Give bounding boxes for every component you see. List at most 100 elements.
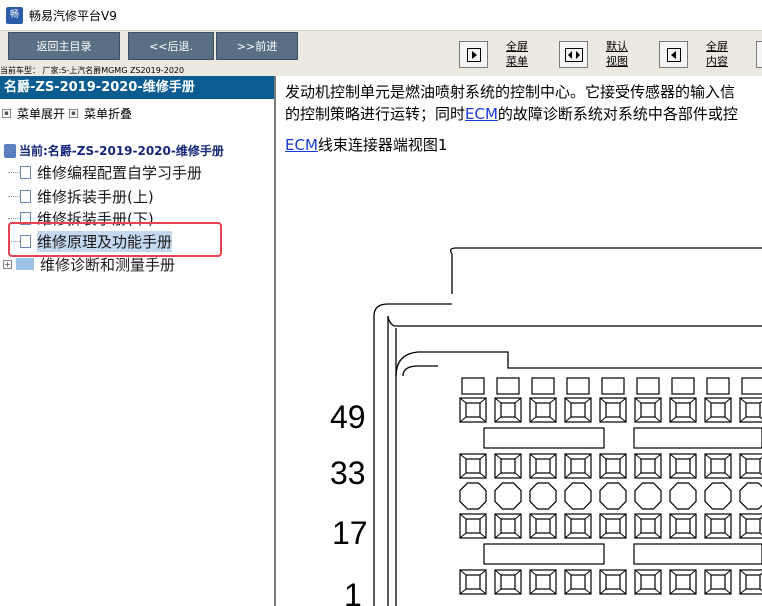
pin-cross-line xyxy=(599,588,607,595)
pin-cross-line xyxy=(564,513,572,520)
back-to-main-button[interactable]: 返回主目录 xyxy=(8,32,120,60)
pin-contact xyxy=(710,402,726,418)
pin-cross-line xyxy=(619,416,627,423)
window-title: 畅易汽修平台V9 xyxy=(29,8,117,23)
pin-cross-line xyxy=(599,453,607,460)
tree-item-disassembly-upper[interactable]: 维修拆装手册(上) xyxy=(0,185,154,207)
default-view-label-1: 默认 xyxy=(606,40,628,53)
pin-cross-line xyxy=(549,513,557,520)
pin-cross-line xyxy=(724,472,732,479)
full-menu-link[interactable]: 全屏 菜单 xyxy=(506,39,528,69)
pin-cavity-round xyxy=(599,482,627,510)
forward-button[interactable]: >>前进 xyxy=(216,32,298,60)
pin-cross-line xyxy=(669,569,677,576)
pin-cross-line xyxy=(704,453,712,460)
pin-contact xyxy=(745,574,761,590)
pin-cross-line xyxy=(549,416,557,423)
pin-label-49: 49 xyxy=(330,399,366,435)
pin-contact xyxy=(675,402,691,418)
pin-cross-line xyxy=(459,416,467,423)
pin-cavity-round xyxy=(459,482,487,510)
pin-cross-line xyxy=(704,416,712,423)
pin-cross-line xyxy=(724,588,732,595)
expand-plus-icon[interactable]: + xyxy=(3,259,12,269)
menu-toggle-row: ▪ 菜单展开 ▪ 菜单折叠 xyxy=(2,105,136,122)
pin-contact xyxy=(675,518,691,534)
full-content-label-2: 内容 xyxy=(706,55,728,68)
pin-cross-line xyxy=(459,472,467,479)
annotation-highlight xyxy=(8,222,222,257)
pin-cross-line xyxy=(479,453,487,460)
tree-item-label: 维修编程配置自学习手册 xyxy=(37,163,203,182)
menu-collapse-button[interactable]: 菜单折叠 xyxy=(84,105,132,122)
pin-cross-line xyxy=(619,397,627,404)
back-button[interactable]: <<后退. xyxy=(128,32,214,60)
pin-cross-line xyxy=(739,588,747,595)
pin-cross-line xyxy=(634,532,642,539)
default-view-link[interactable]: 默认 视图 xyxy=(606,39,628,69)
pin-contact xyxy=(745,402,761,418)
pin-cross-line xyxy=(669,416,677,423)
pin-contact xyxy=(500,458,516,474)
pin-cross-line xyxy=(669,472,677,479)
pin-cross-line xyxy=(619,569,627,576)
pin-cross-line xyxy=(689,532,697,539)
pin-cross-line xyxy=(669,453,677,460)
menu-expand-button[interactable]: 菜单展开 xyxy=(17,105,65,122)
collapse-icon: ▪ xyxy=(69,109,79,118)
pin-cross-line xyxy=(724,453,732,460)
pin-contact xyxy=(500,402,516,418)
pin-contact xyxy=(710,574,726,590)
pin-grid xyxy=(459,377,762,595)
pin-cross-line xyxy=(584,397,592,404)
full-content-icon[interactable] xyxy=(659,41,688,68)
pin-cross-line xyxy=(599,513,607,520)
current-manual[interactable]: 当前:名爵-ZS-2019-2020-维修手册 xyxy=(4,142,224,159)
pin-cross-line xyxy=(479,569,487,576)
pin-cross-line xyxy=(704,397,712,404)
pin-contact xyxy=(535,574,551,590)
pin-cross-line xyxy=(654,453,662,460)
pin-contact xyxy=(605,402,621,418)
pin-cross-line xyxy=(654,416,662,423)
pin-cross-line xyxy=(724,397,732,404)
pin-cross-line xyxy=(704,513,712,520)
pin-cross-line xyxy=(529,453,537,460)
pin-cavity xyxy=(739,513,762,539)
pin-cross-line xyxy=(564,532,572,539)
pin-cross-line xyxy=(584,513,592,520)
pin-cross-line xyxy=(584,416,592,423)
row-divider-bar xyxy=(633,543,762,565)
pin-cross-line xyxy=(514,532,522,539)
pin-contact xyxy=(640,518,656,534)
pin-cross-line xyxy=(479,513,487,520)
default-view-icon[interactable] xyxy=(559,41,588,68)
pin-cross-line xyxy=(689,588,697,595)
full-menu-icon[interactable] xyxy=(459,41,488,68)
pin-cross-line xyxy=(529,472,537,479)
pin-contact xyxy=(640,402,656,418)
pin-cross-line xyxy=(529,513,537,520)
pin-label-1: 1 xyxy=(344,577,362,606)
extra-tool-icon[interactable] xyxy=(756,41,762,68)
pin-cavity xyxy=(739,453,762,479)
pin-cross-line xyxy=(479,588,487,595)
pin-cross-line xyxy=(704,472,712,479)
tree-item-programming[interactable]: 维修编程配置自学习手册 xyxy=(0,161,202,183)
pin-cross-line xyxy=(739,569,747,576)
pin-cross-line xyxy=(459,532,467,539)
pin-cross-line xyxy=(549,532,557,539)
pin-cross-line xyxy=(549,472,557,479)
pin-cross-line xyxy=(739,416,747,423)
pin-cross-line xyxy=(494,588,502,595)
full-menu-label-1: 全屏 xyxy=(506,40,528,53)
pin-cross-line xyxy=(689,397,697,404)
pin-cross-line xyxy=(669,513,677,520)
pin-cross-line xyxy=(704,588,712,595)
folder-icon xyxy=(16,258,34,270)
pin-contact xyxy=(500,574,516,590)
pin-cross-line xyxy=(689,513,697,520)
full-content-link[interactable]: 全屏 内容 xyxy=(706,39,728,69)
app-icon: 畅 xyxy=(6,6,23,24)
content-pane: 发动机控制单元是燃油喷射系统的控制中心。它接受传感器的输入信 的控制策略进行运转… xyxy=(278,76,762,606)
